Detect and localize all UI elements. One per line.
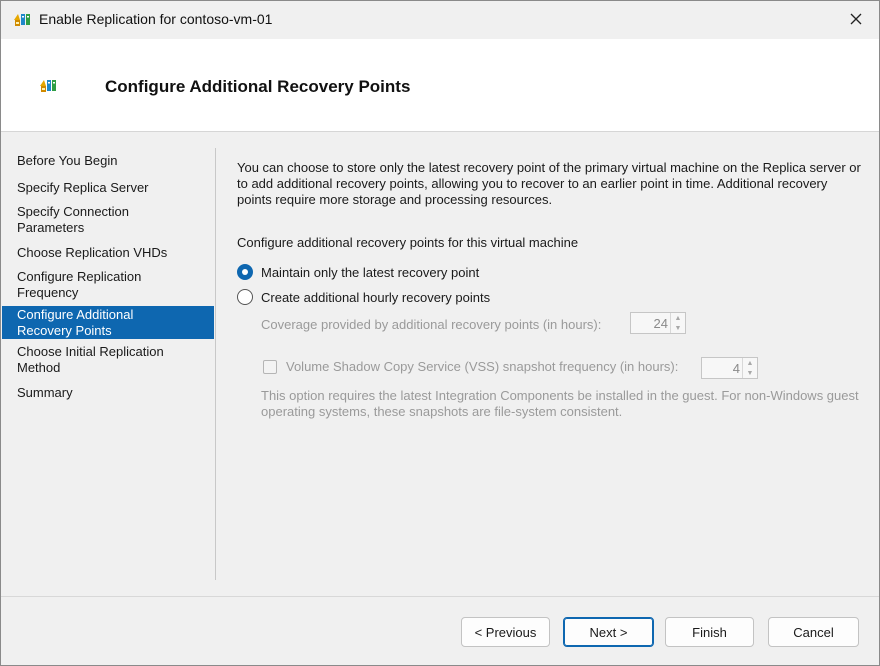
radio-button-unselected[interactable] (237, 289, 253, 305)
close-icon[interactable] (850, 13, 862, 28)
wizard-header: Configure Additional Recovery Points (1, 39, 879, 132)
vss-checkbox[interactable] (263, 360, 277, 374)
window-title: Enable Replication for contoso-vm-01 (39, 11, 273, 27)
footer-divider (1, 596, 879, 597)
nav-divider (215, 148, 216, 580)
vss-frequency-stepper[interactable]: 4 ▲ ▼ (701, 357, 758, 379)
nav-item-summary[interactable]: Summary (2, 385, 214, 401)
next-button[interactable]: Next > (563, 617, 654, 647)
radio-latest-recovery-point[interactable]: Maintain only the latest recovery point (237, 264, 479, 280)
nav-item-specify-connection-parameters[interactable]: Specify Connection Parameters (2, 204, 152, 236)
nav-item-before-you-begin[interactable]: Before You Begin (2, 153, 214, 169)
stepper-arrows[interactable]: ▲ ▼ (670, 313, 685, 333)
chevron-down-icon[interactable]: ▼ (671, 323, 685, 333)
radio-hourly-recovery-points[interactable]: Create additional hourly recovery points (237, 289, 490, 305)
nav-item-choose-initial-replication-method[interactable]: Choose Initial Replication Method (2, 344, 172, 376)
nav-item-configure-replication-frequency[interactable]: Configure Replication Frequency (2, 269, 152, 301)
finish-button[interactable]: Finish (665, 617, 754, 647)
hyperv-replica-icon (39, 77, 57, 95)
chevron-up-icon[interactable]: ▲ (671, 313, 685, 323)
radio-latest-label[interactable]: Maintain only the latest recovery point (261, 265, 479, 280)
wizard-window: Enable Replication for contoso-vm-01 Con… (0, 0, 880, 666)
section-subheading: Configure additional recovery points for… (237, 235, 579, 250)
chevron-down-icon[interactable]: ▼ (743, 368, 757, 378)
cancel-button[interactable]: Cancel (768, 617, 859, 647)
nav-item-specify-replica-server[interactable]: Specify Replica Server (2, 180, 214, 196)
coverage-label: Coverage provided by additional recovery… (261, 317, 602, 332)
chevron-up-icon[interactable]: ▲ (743, 358, 757, 368)
coverage-hours-value[interactable]: 24 (631, 316, 670, 331)
hyperv-replica-icon (13, 11, 31, 29)
radio-hourly-label[interactable]: Create additional hourly recovery points (261, 290, 490, 305)
nav-item-configure-additional-recovery-points[interactable]: Configure Additional Recovery Points (2, 306, 214, 339)
previous-button[interactable]: < Previous (461, 617, 550, 647)
page-title: Configure Additional Recovery Points (105, 77, 411, 96)
wizard-steps-nav: Before You Begin Specify Replica Server … (1, 133, 216, 581)
nav-item-choose-replication-vhds[interactable]: Choose Replication VHDs (2, 245, 214, 261)
vss-frequency-value[interactable]: 4 (702, 361, 742, 376)
description-text: You can choose to store only the latest … (237, 160, 861, 207)
vss-frequency-label: Volume Shadow Copy Service (VSS) snapsho… (286, 359, 679, 374)
close-button[interactable] (833, 1, 879, 39)
stepper-arrows[interactable]: ▲ ▼ (742, 358, 757, 378)
coverage-hours-stepper[interactable]: 24 ▲ ▼ (630, 312, 686, 334)
integration-components-note: This option requires the latest Integrat… (261, 388, 859, 419)
title-bar: Enable Replication for contoso-vm-01 (1, 1, 879, 39)
radio-button-selected[interactable] (237, 264, 253, 280)
